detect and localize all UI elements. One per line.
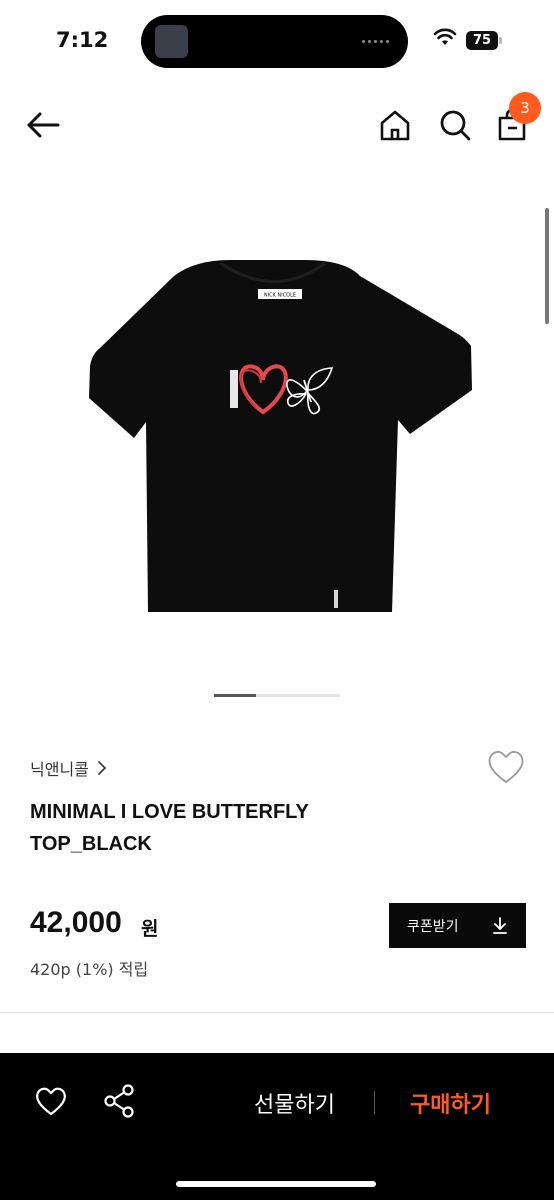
- audio-waveform-icon: [362, 39, 390, 44]
- share-icon[interactable]: [102, 1083, 136, 1119]
- partially-hidden-row: [30, 1040, 530, 1054]
- product-price: 42,000: [30, 906, 122, 939]
- product-name-line-1: MINIMAL I LOVE BUTTERFLY: [30, 801, 309, 823]
- battery-icon: 75: [466, 31, 502, 50]
- status-time: 7:12: [56, 28, 109, 52]
- download-icon: [493, 916, 507, 934]
- wifi-icon: [433, 28, 457, 45]
- product-name: MINIMAL I LOVE BUTTERFLY TOP_BLACK: [30, 796, 430, 860]
- search-icon[interactable]: [438, 108, 472, 142]
- action-separator: [374, 1091, 375, 1115]
- section-divider: [0, 1012, 554, 1013]
- product-name-line-2: TOP_BLACK: [30, 833, 152, 855]
- price-unit: 원: [141, 918, 159, 940]
- home-icon[interactable]: [378, 108, 412, 142]
- product-image[interactable]: NICK NICOLE: [60, 230, 494, 640]
- bottom-action-bar: 선물하기 구매하기: [0, 1053, 554, 1200]
- buy-button[interactable]: 구매하기: [410, 1087, 491, 1119]
- battery-level: 75: [466, 31, 498, 50]
- now-playing-artwork: [155, 25, 188, 58]
- back-arrow-icon[interactable]: [24, 110, 62, 140]
- pager-active-segment: [214, 694, 256, 697]
- coupon-download-button[interactable]: 쿠폰받기: [389, 903, 526, 948]
- home-indicator[interactable]: [176, 1181, 376, 1187]
- neck-tag-label: NICK NICOLE: [264, 293, 296, 299]
- wishlist-heart-icon[interactable]: [34, 1085, 68, 1117]
- gift-button[interactable]: 선물하기: [254, 1087, 335, 1119]
- hem-label: [334, 590, 338, 608]
- reward-points: 420p (1%) 적립: [30, 960, 149, 979]
- chevron-right-icon: [98, 761, 106, 775]
- top-navigation: [0, 90, 554, 160]
- cart-count-badge: 3: [509, 92, 541, 124]
- scroll-indicator[interactable]: [545, 208, 549, 324]
- print-letter-i: [230, 370, 238, 408]
- brand-link[interactable]: 닉앤니콜: [30, 756, 106, 780]
- coupon-button-label: 쿠폰받기: [407, 918, 459, 935]
- dynamic-island[interactable]: [141, 15, 408, 68]
- brand-name: 닉앤니콜: [30, 760, 89, 779]
- status-bar: 7:12 75: [0, 0, 554, 80]
- image-pager: [214, 694, 340, 697]
- heart-icon[interactable]: [486, 748, 526, 786]
